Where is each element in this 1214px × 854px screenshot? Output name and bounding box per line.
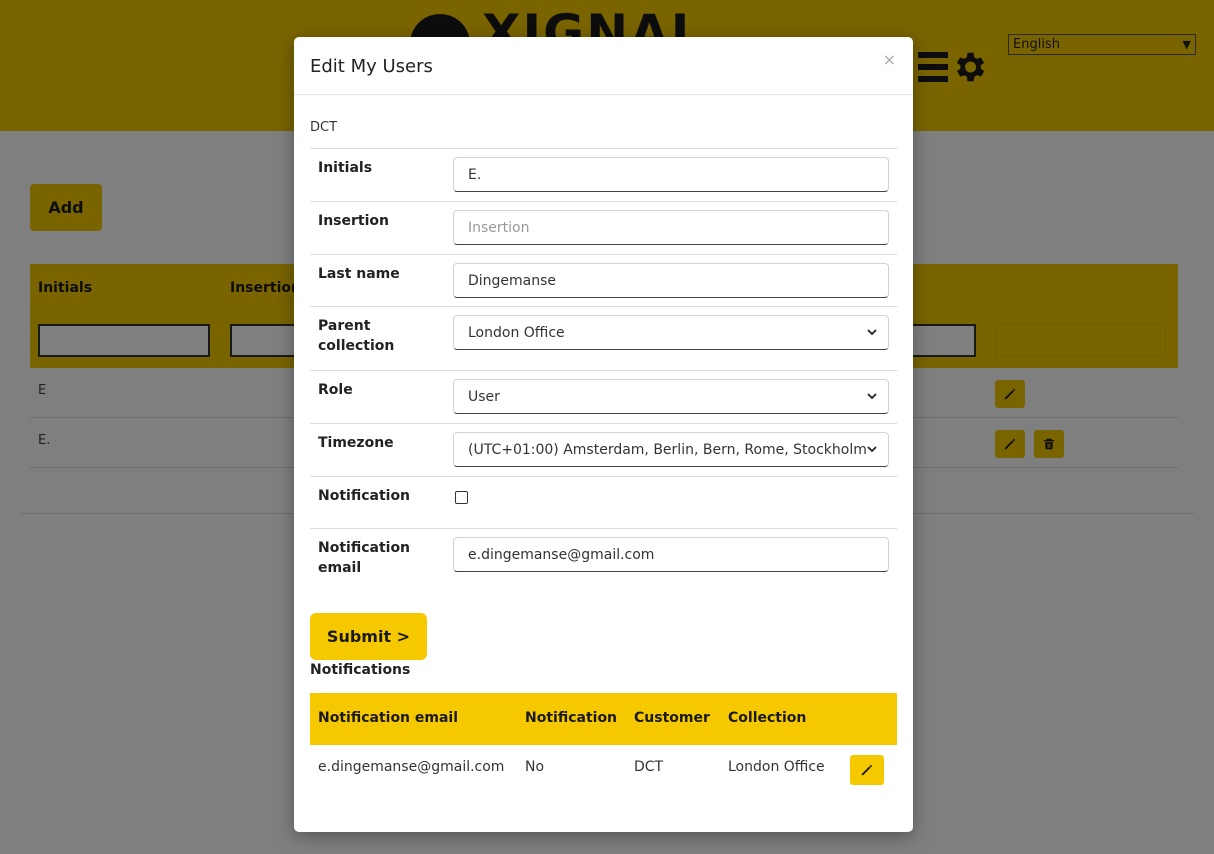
table-row[interactable]: e.dingemanse@gmail.com No DCT London Off… <box>310 745 897 797</box>
form-row-initials: Initials E. <box>310 148 897 201</box>
initials-label: Initials <box>318 160 373 176</box>
timezone-select[interactable]: (UTC+01:00) Amsterdam, Berlin, Bern, Rom… <box>453 432 889 467</box>
form-row-timezone: Timezone (UTC+01:00) Amsterdam, Berlin, … <box>310 423 897 476</box>
chevron-down-icon <box>867 446 877 453</box>
last-name-input[interactable]: Dingemanse <box>453 263 889 298</box>
form-row-notification-email: Notification email e.dingemanse@gmail.co… <box>310 528 897 592</box>
cell-collection: London Office <box>728 759 825 775</box>
column-header-notification-email[interactable]: Notification email <box>318 710 458 726</box>
parent-collection-value: London Office <box>468 324 565 341</box>
role-label: Role <box>318 382 353 398</box>
chevron-down-icon <box>867 329 877 336</box>
edit-users-modal: Edit My Users × DCT Initials E. Insertio… <box>294 37 913 832</box>
modal-title: Edit My Users <box>310 56 433 77</box>
form-row-parent-collection: Parent collection London Office <box>310 306 897 370</box>
notification-email-input[interactable]: e.dingemanse@gmail.com <box>453 537 889 572</box>
column-header-customer[interactable]: Customer <box>634 710 710 726</box>
notification-label: Notification <box>318 488 411 504</box>
organization-label: DCT <box>310 120 338 135</box>
parent-collection-label: Parent collection <box>318 318 395 354</box>
pencil-icon <box>861 764 873 776</box>
edit-notification-button[interactable] <box>850 755 884 785</box>
modal-header: Edit My Users × <box>294 37 913 95</box>
submit-button[interactable]: Submit > <box>310 613 427 660</box>
cell-notification-email: e.dingemanse@gmail.com <box>318 759 505 775</box>
cell-customer: DCT <box>634 759 664 775</box>
cell-notification: No <box>525 759 545 775</box>
notifications-heading: Notifications <box>310 662 411 678</box>
form-row-last-name: Last name Dingemanse <box>310 254 897 306</box>
last-name-label: Last name <box>318 266 400 282</box>
insertion-input[interactable]: Insertion <box>453 210 889 245</box>
notification-email-label: Notification email <box>318 540 411 576</box>
column-header-collection[interactable]: Collection <box>728 710 806 726</box>
timezone-label: Timezone <box>318 435 394 451</box>
parent-collection-select[interactable]: London Office <box>453 315 889 350</box>
insertion-label: Insertion <box>318 213 389 229</box>
notification-checkbox[interactable] <box>455 491 468 504</box>
column-header-notification[interactable]: Notification <box>525 710 617 726</box>
timezone-value: (UTC+01:00) Amsterdam, Berlin, Bern, Rom… <box>468 441 866 458</box>
role-select[interactable]: User <box>453 379 889 414</box>
close-icon[interactable]: × <box>883 50 896 69</box>
form-row-role: Role User <box>310 370 897 423</box>
chevron-down-icon <box>867 393 877 400</box>
role-value: User <box>468 388 500 405</box>
initials-input[interactable]: E. <box>453 157 889 192</box>
form-row-notification: Notification <box>310 476 897 528</box>
form-row-insertion: Insertion Insertion <box>310 201 897 254</box>
notifications-table-header: Notification email Notification Customer… <box>310 693 897 745</box>
